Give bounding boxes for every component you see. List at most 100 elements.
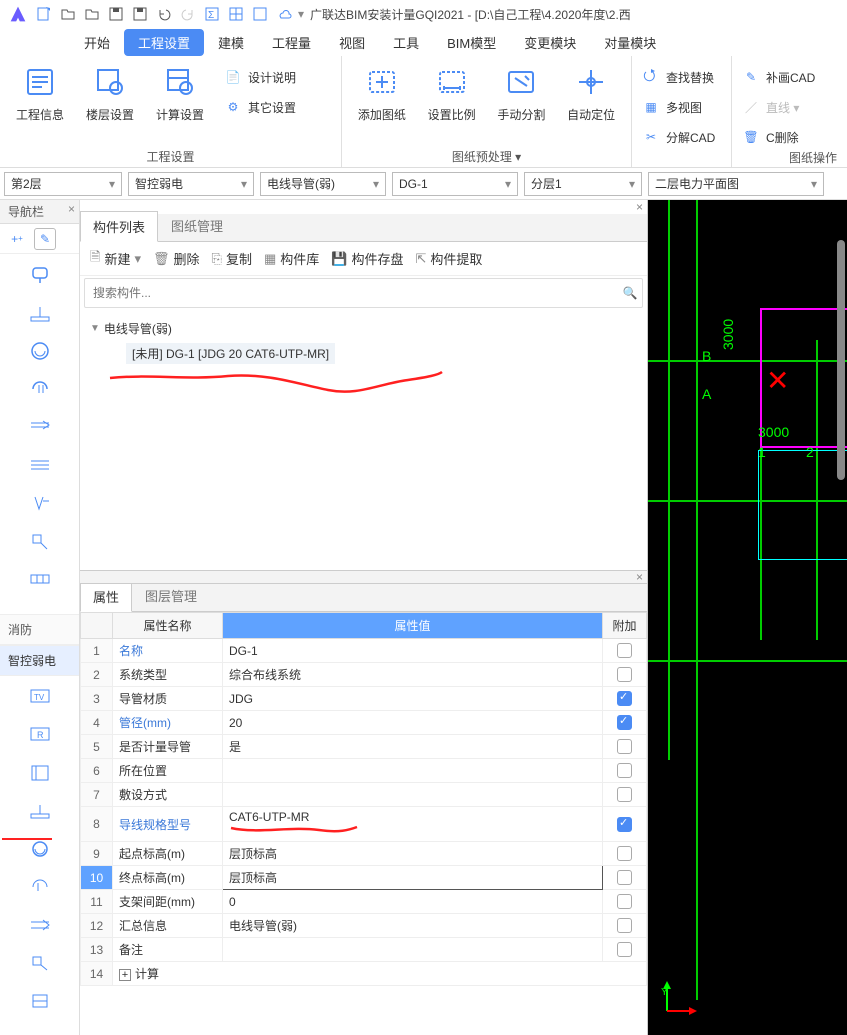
prop-row[interactable]: 10终点标高(m)层顶标高 <box>81 866 647 890</box>
menu-compare[interactable]: 对量模块 <box>590 29 670 56</box>
rb-floor-settings[interactable]: 楼层设置 <box>76 60 144 138</box>
rb-explode-cad[interactable]: ✂分解CAD <box>638 126 725 148</box>
menu-bim[interactable]: BIM模型 <box>433 29 510 56</box>
menu-view[interactable]: 视图 <box>325 29 379 56</box>
btn-save-comp[interactable]: 💾构件存盘 <box>327 247 407 270</box>
search-icon[interactable]: 🔍 <box>618 286 642 300</box>
checkbox[interactable] <box>617 691 632 706</box>
vscroll-thumb[interactable] <box>837 240 845 480</box>
combo-drawing[interactable]: 二层电力平面图▾ <box>648 172 824 196</box>
menu-start[interactable]: 开始 <box>70 29 124 56</box>
nav-add-icon[interactable]: ++ <box>6 228 28 250</box>
combo-floor[interactable]: 第2层▾ <box>4 172 122 196</box>
prop-row[interactable]: 7敷设方式 <box>81 783 647 807</box>
qat-undo-icon[interactable] <box>152 2 176 26</box>
qat-saveas-icon[interactable] <box>128 2 152 26</box>
rb-calc-settings[interactable]: 计算设置 <box>146 60 214 138</box>
btn-copy[interactable]: ⎘复制 <box>208 247 256 270</box>
rail-tray-icon[interactable] <box>27 454 53 476</box>
prop-row[interactable]: 5是否计量导管是 <box>81 735 647 759</box>
rb-append-cad[interactable]: ✎补画CAD <box>738 66 841 88</box>
qat-cloud-icon[interactable] <box>272 2 296 26</box>
rb-auto-locate[interactable]: 自动定位 <box>557 60 625 138</box>
checkbox[interactable] <box>617 787 632 802</box>
prop-row[interactable]: 2系统类型综合布线系统 <box>81 663 647 687</box>
rail-switch-icon[interactable] <box>27 302 53 324</box>
qat-open-icon[interactable] <box>56 2 80 26</box>
menu-tools[interactable]: 工具 <box>379 29 433 56</box>
tree-leaf[interactable]: [未用] DG-1 [JDG 20 CAT6-UTP-MR] <box>126 343 335 364</box>
rail-section-weak[interactable]: 智控弱电 <box>0 645 79 676</box>
prop-row[interactable]: 9起点标高(m)层顶标高 <box>81 842 647 866</box>
nav-close-icon[interactable]: × <box>68 202 75 216</box>
checkbox[interactable] <box>617 715 632 730</box>
rail-section-fire[interactable]: 消防 <box>0 614 79 645</box>
rail-plug2-icon[interactable] <box>27 876 53 898</box>
search-input[interactable] <box>85 286 618 300</box>
menu-project-settings[interactable]: 工程设置 <box>124 29 204 56</box>
menu-change[interactable]: 变更模块 <box>510 29 590 56</box>
menu-modeling[interactable]: 建模 <box>204 29 258 56</box>
checkbox[interactable] <box>617 846 632 861</box>
qat-open2-icon[interactable] <box>80 2 104 26</box>
rail-bridge-icon[interactable] <box>27 568 53 590</box>
rb-manual-split[interactable]: 手动分割 <box>488 60 556 138</box>
checkbox[interactable] <box>617 870 632 885</box>
combo-layer[interactable]: 分层1▾ <box>524 172 642 196</box>
rail-cable-icon[interactable] <box>27 416 53 438</box>
rb-add-drawing[interactable]: 添加图纸 <box>348 60 416 138</box>
prop-close-icon[interactable]: × <box>636 570 643 584</box>
rb-other-settings[interactable]: ⚙其它设置 <box>220 96 300 118</box>
menu-quantity[interactable]: 工程量 <box>258 29 325 56</box>
combo-major[interactable]: 智控弱电▾ <box>128 172 254 196</box>
prop-row[interactable]: 4管径(mm)20 <box>81 711 647 735</box>
rail-ground-icon[interactable] <box>27 492 53 514</box>
checkbox[interactable] <box>617 817 632 832</box>
splitter[interactable]: × <box>80 570 647 584</box>
checkbox[interactable] <box>617 667 632 682</box>
tab-drawing-mgmt[interactable]: 图纸管理 <box>158 210 236 241</box>
prop-row[interactable]: 12汇总信息电线导管(弱) <box>81 914 647 938</box>
rail-hanger-icon[interactable] <box>27 530 53 552</box>
checkbox[interactable] <box>617 942 632 957</box>
qat-report-icon[interactable] <box>248 2 272 26</box>
prop-row[interactable]: 11支架间距(mm)0 <box>81 890 647 914</box>
qat-new-icon[interactable] <box>32 2 56 26</box>
btn-new[interactable]: 🗎新建 ▾ <box>86 246 145 272</box>
cad-viewport[interactable]: B A 3000 3000 1 2 ✕ Y <box>648 200 847 1035</box>
rail-socket-icon[interactable] <box>27 340 53 362</box>
checkbox[interactable] <box>617 918 632 933</box>
btn-delete[interactable]: 🗑删除 <box>149 247 204 270</box>
rb-multi-view[interactable]: ▦多视图 <box>638 96 725 118</box>
rb-c-delete[interactable]: 🗑C删除 <box>738 126 841 148</box>
prop-row-calc[interactable]: 14 +计算 <box>81 962 647 986</box>
checkbox[interactable] <box>617 739 632 754</box>
checkbox[interactable] <box>617 763 632 778</box>
qat-redo-icon[interactable] <box>176 2 200 26</box>
tree-root[interactable]: ▼电线导管(弱) <box>90 318 637 339</box>
rail-plug-icon[interactable] <box>27 378 53 400</box>
rb-caption-2[interactable]: 图纸预处理 ▾ <box>348 145 625 167</box>
btn-extract[interactable]: ⇱构件提取 <box>411 247 486 270</box>
nav-edit-icon[interactable]: ✎ <box>34 228 56 250</box>
rail-r-icon[interactable]: R <box>27 724 53 746</box>
checkbox[interactable] <box>617 894 632 909</box>
prop-row[interactable]: 13备注 <box>81 938 647 962</box>
tab-layer-mgmt[interactable]: 图层管理 <box>132 580 210 611</box>
qat-grid-icon[interactable] <box>224 2 248 26</box>
rail-u-icon[interactable] <box>27 800 53 822</box>
prop-row[interactable]: 8导线规格型号CAT6-UTP-MR <box>81 807 647 842</box>
rb-set-scale[interactable]: 设置比例 <box>418 60 486 138</box>
rail-panel-icon[interactable] <box>27 762 53 784</box>
rail-tv-icon[interactable]: TV <box>27 686 53 708</box>
mid-close-icon[interactable]: × <box>636 200 643 214</box>
rail-conduit-weak-icon[interactable] <box>27 838 53 860</box>
tab-properties[interactable]: 属性 <box>80 581 132 612</box>
rb-line[interactable]: ／直线 ▾ <box>738 96 841 118</box>
tab-component-list[interactable]: 构件列表 <box>80 211 158 242</box>
prop-row[interactable]: 3导管材质JDG <box>81 687 647 711</box>
checkbox[interactable] <box>617 643 632 658</box>
qat-save-icon[interactable] <box>104 2 128 26</box>
qat-sum-icon[interactable]: Σ <box>200 2 224 26</box>
rb-design-desc[interactable]: 📄设计说明 <box>220 66 300 88</box>
